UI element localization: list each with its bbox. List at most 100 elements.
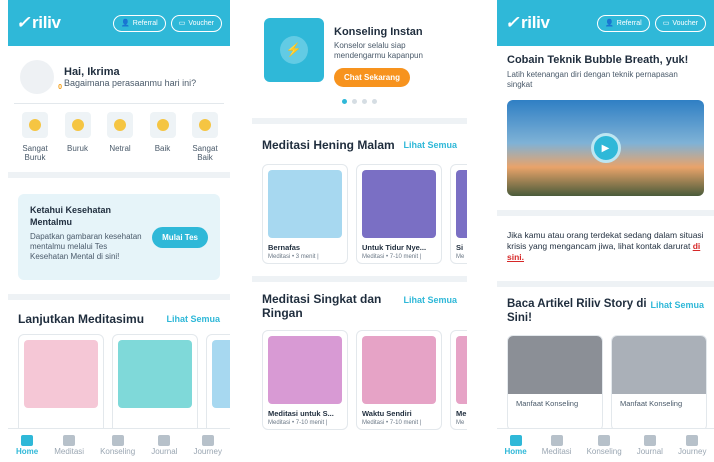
mood-very-bad[interactable]: Sangat Buruk — [18, 112, 52, 162]
continue-meditation-row — [8, 334, 230, 434]
carousel-dot[interactable] — [352, 99, 357, 104]
meditation-card[interactable]: Bernafas Meditasi • 3 menit | — [262, 164, 348, 264]
article-card[interactable]: Manfaat Konseling — [507, 335, 603, 431]
divider — [252, 118, 467, 124]
sad-face-icon — [71, 119, 84, 131]
flag-icon — [201, 435, 214, 446]
very-sad-face-icon — [29, 119, 41, 131]
carousel-dot[interactable] — [372, 99, 377, 104]
divider — [8, 294, 230, 300]
counseling-text: Konselor selalu siap mendengarmu kapanpu… — [334, 41, 423, 60]
flag-icon — [686, 435, 699, 446]
see-all-link[interactable]: Lihat Semua — [403, 295, 457, 305]
meditation-card[interactable]: Me Me — [450, 330, 467, 430]
bolt-icon: ⚡ — [280, 36, 308, 64]
night-section-header: Meditasi Hening Malam Lihat Semua — [252, 138, 467, 152]
divider — [252, 276, 467, 282]
play-icon[interactable]: ▶ — [590, 133, 621, 163]
home-icon — [21, 435, 34, 446]
mood-selector: Sangat Buruk Buruk Netral Baik Sangat Ba… — [8, 104, 230, 162]
short-meditation-row: Meditasi untuk S... Meditasi • 7-10 menit… — [252, 330, 467, 430]
chat-icon — [111, 435, 124, 446]
mood-bad[interactable]: Buruk — [61, 112, 95, 162]
user-icon: 👤 — [121, 20, 130, 27]
voucher-button[interactable]: ▭ Voucher — [170, 14, 222, 32]
mental-health-title: Ketahui Kesehatan Mentalmu — [30, 205, 112, 227]
bubble-breath-video[interactable]: ▶ — [507, 100, 704, 196]
counseling-promo: ⚡ Konseling Instan Konselor selalu siap … — [252, 0, 467, 87]
meditation-thumbnail — [456, 170, 467, 238]
see-all-link[interactable]: Lihat Semua — [650, 300, 704, 310]
section-title: Baca Artikel Riliv Story di Sini! — [507, 298, 647, 324]
journal-icon — [158, 435, 171, 446]
counseling-title: Konseling Instan — [334, 26, 423, 38]
article-image — [612, 336, 706, 394]
lotus-icon — [550, 435, 563, 446]
meditation-thumbnail — [456, 336, 467, 404]
very-happy-face-icon — [199, 119, 211, 131]
bubble-breath-title: Cobain Teknik Bubble Breath, yuk! — [507, 54, 689, 66]
meditation-card[interactable] — [18, 334, 104, 434]
counseling-illustration: ⚡ — [264, 18, 324, 82]
journal-icon — [643, 435, 656, 446]
lotus-icon — [63, 435, 76, 446]
meditation-card[interactable]: Untuk Tidur Nye... Meditasi • 7-10 menit … — [356, 164, 442, 264]
referral-button[interactable]: 👤 Referral — [113, 14, 166, 32]
mood-good[interactable]: Baik — [146, 112, 180, 162]
articles-header: Baca Artikel Riliv Story di Sini! Lihat … — [497, 297, 714, 325]
home-screen: ✓ riliv 👤 Referral ▭ Voucher 0 Hai, Ikrima … — [8, 0, 230, 462]
meditation-card[interactable] — [206, 334, 230, 434]
crisis-notice: Jika kamu atau orang terdekat sedang dal… — [507, 230, 704, 262]
mental-health-card: Ketahui Kesehatan Mentalmu Dapatkan gamb… — [18, 194, 220, 280]
bottom-navigation: Home Meditasi Konseling Journal Journey — [8, 428, 230, 462]
short-section-header: Meditasi Singkat dan Ringan Lihat Semua — [252, 292, 467, 320]
nav-konseling[interactable]: Konseling — [587, 435, 622, 456]
nav-journey[interactable]: Journey — [678, 435, 706, 456]
user-icon: 👤 — [605, 20, 614, 27]
section-title: Lanjutkan Meditasimu — [18, 312, 145, 326]
nav-konseling[interactable]: Konseling — [100, 435, 135, 456]
home-icon — [509, 435, 522, 446]
nav-meditasi[interactable]: Meditasi — [542, 435, 572, 456]
voucher-button[interactable]: ▭ Voucher — [654, 14, 706, 32]
carousel-dot[interactable] — [362, 99, 367, 104]
meditation-card[interactable]: Si Me — [450, 164, 467, 264]
article-row: Manfaat Konseling Manfaat Konseling — [497, 335, 714, 431]
meditation-card[interactable] — [112, 334, 198, 434]
see-all-link[interactable]: Lihat Semua — [166, 314, 220, 324]
story-screen: ✓ riliv 👤 Referral ▭ Voucher Cobain Teknik … — [497, 0, 714, 462]
referral-button[interactable]: 👤 Referral — [597, 14, 650, 32]
start-test-button[interactable]: Mulai Tes — [152, 227, 208, 248]
nav-home[interactable]: Home — [505, 435, 527, 456]
see-all-link[interactable]: Lihat Semua — [403, 140, 457, 150]
ticket-icon: ▭ — [662, 20, 670, 27]
riliv-logo[interactable]: ✓ riliv — [16, 13, 108, 33]
carousel-dot-active[interactable] — [342, 99, 347, 104]
mood-very-good[interactable]: Sangat Baik — [188, 112, 222, 162]
article-image — [508, 336, 602, 394]
nav-meditasi[interactable]: Meditasi — [54, 435, 84, 456]
nav-home[interactable]: Home — [16, 435, 38, 456]
meditation-card[interactable]: Meditasi untuk S... Meditasi • 7-10 menit… — [262, 330, 348, 430]
neutral-face-icon — [114, 119, 126, 131]
avatar[interactable]: 0 — [20, 59, 62, 94]
meditation-screen: ⚡ Konseling Instan Konselor selalu siap … — [252, 0, 467, 462]
greeting-question: Bagaimana perasaanmu hari ini? — [64, 77, 197, 88]
bubble-breath-text: Latih ketenangan diri dengan teknik pern… — [507, 70, 678, 89]
section-title: Meditasi Singkat dan Ringan — [262, 292, 382, 320]
riliv-logo[interactable]: ✓ riliv — [505, 13, 592, 33]
points-badge: 0 — [58, 83, 62, 91]
chat-now-button[interactable]: Chat Sekarang — [334, 68, 411, 87]
article-card[interactable]: Manfaat Konseling — [611, 335, 707, 431]
greeting-card: 0 Hai, Ikrima Bagaimana perasaanmu hari … — [14, 50, 224, 104]
top-bar: ✓ riliv 👤 Referral ▭ Voucher — [8, 0, 230, 46]
divider — [8, 172, 230, 178]
nav-journal[interactable]: Journal — [637, 435, 663, 456]
nav-journal[interactable]: Journal — [151, 435, 177, 456]
mood-neutral[interactable]: Netral — [103, 112, 137, 162]
meditation-card[interactable]: Waktu Sendiri Meditasi • 7-10 menit | — [356, 330, 442, 430]
carousel-dots — [252, 99, 467, 104]
meditation-thumbnail — [268, 170, 342, 238]
meditation-thumbnail — [362, 170, 436, 238]
nav-journey[interactable]: Journey — [193, 435, 222, 456]
